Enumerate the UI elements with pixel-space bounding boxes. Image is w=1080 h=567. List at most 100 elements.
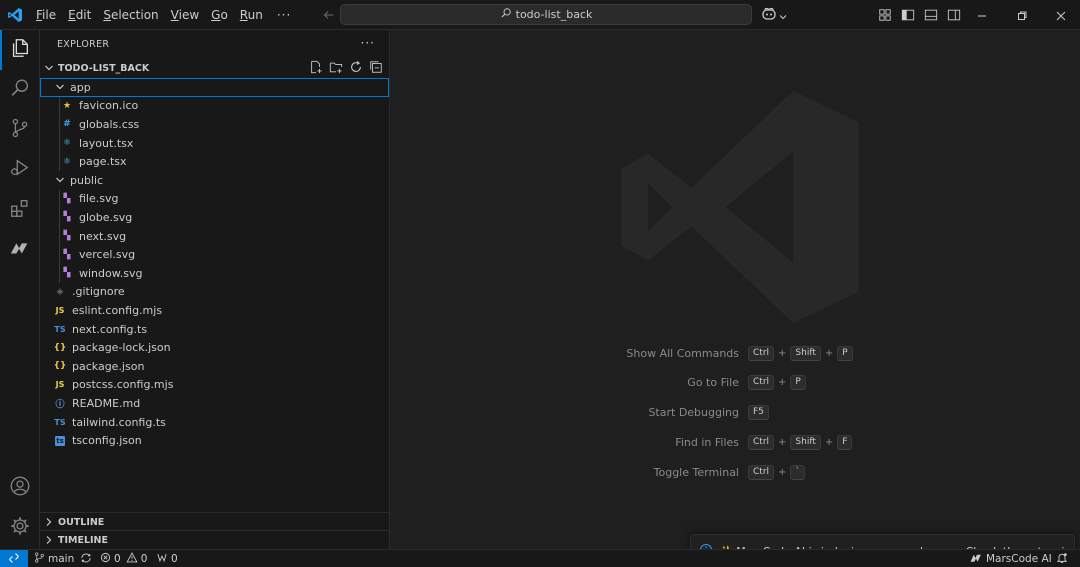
shortcut-row[interactable]: Toggle Terminal Ctrl + ` — [391, 463, 1080, 481]
tree-folder[interactable]: public — [40, 171, 389, 190]
tree-file[interactable]: ⚛ layout.tsx — [40, 134, 389, 153]
search-activity-button[interactable] — [0, 70, 40, 110]
activity-bar — [0, 30, 40, 549]
tree-file[interactable]: ⚛ page.tsx — [40, 152, 389, 171]
new-file-icon[interactable] — [308, 59, 324, 75]
tree-file[interactable]: JS postcss.config.mjs — [40, 376, 389, 395]
indent-guide — [59, 189, 60, 283]
tree-item-label: .gitignore — [72, 285, 125, 299]
source-control-activity-button[interactable] — [0, 110, 40, 150]
menu-label-rest: un — [247, 7, 263, 22]
manage-activity-button[interactable] — [0, 508, 40, 548]
toggle-panel-icon[interactable] — [924, 7, 940, 23]
shortcut-keys: F5 — [748, 405, 769, 421]
accounts-activity-button[interactable] — [0, 468, 40, 508]
shortcut-row[interactable]: Go to File Ctrl + P — [391, 374, 1080, 392]
tree-file[interactable]: ▚ next.svg — [40, 227, 389, 246]
tree-item-label: postcss.config.mjs — [72, 378, 174, 392]
key-separator: + — [824, 347, 834, 359]
shortcut-label: Go to File — [687, 376, 739, 390]
tree-file[interactable]: ★ favicon.ico — [40, 97, 389, 116]
tree-file[interactable]: {} package-lock.json — [40, 338, 389, 357]
branch-status[interactable]: main — [34, 550, 92, 567]
indent-guide — [59, 96, 60, 171]
menu-item-selection[interactable]: Selection — [97, 0, 164, 30]
back-arrow-icon[interactable] — [321, 7, 337, 23]
chevron-right-icon — [40, 517, 58, 527]
tree-folder[interactable]: app — [40, 78, 389, 97]
explorer-activity-button[interactable] — [0, 30, 40, 70]
tree-file[interactable]: ⓘ README.md — [40, 394, 389, 413]
keybinding-key: Shift — [790, 345, 821, 361]
toggle-secondary-sidebar-icon[interactable] — [947, 7, 963, 23]
tree-item-label: favicon.ico — [79, 99, 139, 113]
shortcut-keys: Ctrl + P — [748, 375, 806, 391]
remote-indicator[interactable] — [0, 550, 28, 567]
copilot-button[interactable] — [761, 6, 787, 25]
warning-icon — [126, 552, 138, 566]
customize-layout-icon[interactable] — [878, 7, 894, 23]
svg-icon: ▚ — [63, 193, 71, 204]
refresh-icon[interactable] — [348, 59, 364, 75]
menu-item-run[interactable]: Run — [234, 0, 269, 30]
marscode-status[interactable]: MarsCode AI — [970, 550, 1052, 567]
tree-file[interactable]: TS next.config.ts — [40, 320, 389, 339]
marscode-label: MarsCode AI — [986, 553, 1052, 565]
keybinding-key: P — [837, 345, 853, 361]
run-debug-activity-button[interactable] — [0, 150, 40, 190]
tree-item-label: app — [70, 80, 91, 94]
tree-file[interactable]: JS eslint.config.mjs — [40, 301, 389, 320]
shortcut-label: Find in Files — [675, 435, 739, 449]
tree-file[interactable]: TS tailwind.config.ts — [40, 413, 389, 432]
menu-more-button[interactable]: ··· — [269, 8, 299, 22]
outline-section-header[interactable]: OUTLINE — [40, 513, 390, 531]
keybinding-key: ` — [790, 464, 805, 480]
workspace-root-header[interactable]: TODO-LIST_BACK — [40, 59, 390, 77]
tree-file[interactable]: ▚ file.svg — [40, 190, 389, 209]
chevron-down-icon — [53, 173, 67, 187]
toggle-primary-sidebar-icon[interactable] — [901, 7, 917, 23]
tree-file[interactable]: ▚ vercel.svg — [40, 245, 389, 264]
sidebar-more-button[interactable]: ··· — [361, 36, 375, 50]
menu-item-go[interactable]: Go — [205, 0, 234, 30]
tree-item-label: next.config.ts — [72, 322, 148, 336]
tree-file[interactable]: ts tsconfig.json — [40, 431, 389, 450]
menu-item-edit[interactable]: Edit — [62, 0, 97, 30]
menu-mnemonic: R — [239, 7, 248, 22]
extensions-activity-button[interactable] — [0, 190, 40, 230]
tree-file[interactable]: ▚ globe.svg — [40, 208, 389, 227]
js-icon: JS — [55, 380, 65, 390]
shortcut-row[interactable]: Start Debugging F5 — [391, 404, 1080, 422]
menu-mnemonic: V — [170, 7, 179, 22]
tree-item-label: window.svg — [79, 266, 143, 280]
vscode-logo-icon[interactable] — [0, 0, 30, 30]
tree-file[interactable]: # globals.css — [40, 115, 389, 134]
notifications-status[interactable] — [1056, 550, 1068, 567]
key-separator: + — [778, 347, 787, 359]
marscode-activity-button[interactable] — [0, 230, 40, 270]
restore-button[interactable] — [1002, 0, 1042, 30]
close-button[interactable] — [1041, 0, 1080, 30]
collapse-all-icon[interactable] — [368, 59, 384, 75]
timeline-section-header[interactable]: TIMELINE — [40, 531, 390, 549]
tree-file[interactable]: ◈ .gitignore — [40, 283, 389, 302]
command-center-search[interactable]: todo-list_back — [340, 4, 752, 25]
new-folder-icon[interactable] — [328, 59, 344, 75]
keybinding-key: Ctrl — [748, 375, 775, 391]
menu-item-view[interactable]: View — [165, 0, 205, 30]
shortcut-row[interactable]: Find in Files Ctrl + Shift + F — [391, 433, 1080, 451]
ports-status[interactable]: 0 — [156, 550, 178, 567]
problems-status[interactable]: 0 0 — [100, 550, 147, 567]
tree-file[interactable]: {} package.json — [40, 357, 389, 376]
shortcut-row[interactable]: Show All Commands Ctrl + Shift + P — [391, 344, 1080, 362]
files-icon — [9, 37, 31, 63]
chevron-down-icon — [40, 63, 58, 73]
minimize-button[interactable] — [962, 0, 1002, 30]
git-icon: ◈ — [56, 286, 64, 297]
tree-file[interactable]: ▚ window.svg — [40, 264, 389, 283]
menu-label-rest: election — [110, 7, 159, 22]
tree-item-label: eslint.config.mjs — [72, 303, 163, 317]
menu-item-file[interactable]: File — [30, 0, 62, 30]
menu-label-rest: o — [220, 7, 228, 22]
shortcut-label: Toggle Terminal — [653, 465, 739, 479]
